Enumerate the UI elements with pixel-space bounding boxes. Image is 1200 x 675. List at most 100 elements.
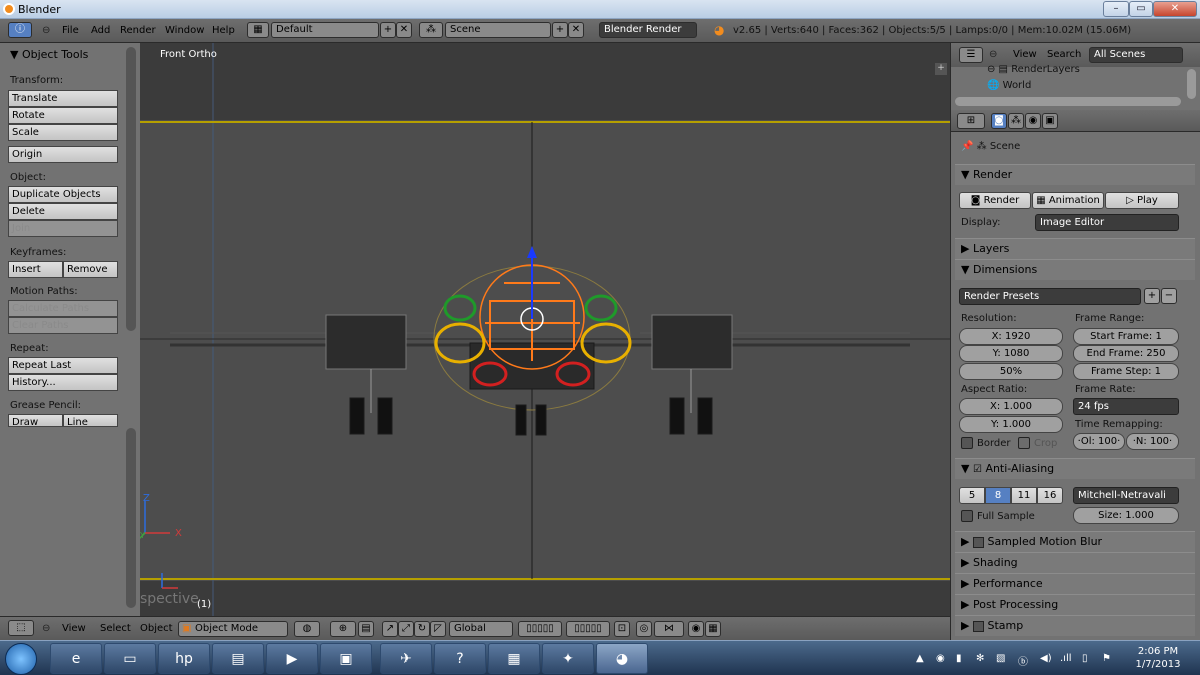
outliner-editor-icon[interactable]: ☰ — [959, 47, 983, 63]
tray-signal-icon[interactable]: .ıll — [1060, 653, 1072, 664]
remove-preset-icon[interactable]: − — [1161, 288, 1177, 304]
crop-checkbox[interactable] — [1018, 437, 1030, 449]
duplicate-objects-button[interactable]: Duplicate Objects — [8, 186, 118, 203]
translate-button[interactable]: Translate — [8, 90, 118, 107]
menu-render[interactable]: Render — [120, 25, 156, 36]
tray-power-icon[interactable]: ▯ — [1082, 653, 1088, 664]
add-screen-icon[interactable]: + — [380, 22, 396, 38]
rotate-button[interactable]: Rotate — [8, 107, 118, 124]
outliner-item-world[interactable]: 🌐 World — [987, 80, 1031, 91]
tray-volume-icon[interactable]: ◀) — [1040, 653, 1052, 664]
game-app-icon[interactable]: ✈ — [380, 643, 432, 674]
shading-panel-header[interactable]: ▶ Shading — [955, 552, 1195, 573]
menu-help[interactable]: Help — [212, 25, 235, 36]
network-app-icon[interactable]: ▭ — [104, 643, 156, 674]
frame-step-field[interactable]: Frame Step: 1 — [1073, 363, 1179, 380]
calculate-paths-button[interactable]: Calculate Paths — [8, 300, 118, 317]
aspect-x-field[interactable]: X: 1.000 — [959, 398, 1063, 415]
render-context-icon[interactable]: ◙ — [991, 113, 1007, 129]
rotate-manipulator-icon[interactable]: ↻ — [414, 621, 430, 637]
scale-button[interactable]: Scale — [8, 124, 118, 141]
menu-add[interactable]: Add — [91, 25, 110, 36]
render-panel-header[interactable]: ▼ Render — [955, 164, 1195, 185]
display-select[interactable]: Image Editor — [1035, 214, 1179, 231]
outliner-scenes-select[interactable]: All Scenes — [1089, 47, 1183, 63]
scene-context-icon[interactable]: ⁂ — [1008, 113, 1024, 129]
resolution-y-field[interactable]: Y: 1080 — [959, 345, 1063, 362]
internet-explorer-icon[interactable]: e — [50, 643, 102, 674]
clear-paths-button[interactable]: Clear Paths — [8, 317, 118, 334]
minimize-button[interactable]: – — [1103, 1, 1129, 17]
time-remap-new-field[interactable]: ·N: 100· — [1126, 433, 1179, 450]
post-processing-panel-header[interactable]: ▶ Post Processing — [955, 594, 1195, 615]
sampled-motion-blur-panel-header[interactable]: ▶ Sampled Motion Blur — [955, 531, 1195, 552]
tray-flag-icon[interactable]: ⚑ — [1102, 653, 1111, 664]
tray-wireless-icon[interactable]: ▧ — [996, 653, 1005, 664]
repeat-last-button[interactable]: Repeat Last — [8, 357, 118, 374]
resolution-percentage-field[interactable]: 50% — [959, 363, 1063, 380]
tray-bluetooth-icon[interactable]: ✻ — [976, 653, 984, 664]
tray-beats-icon[interactable]: ⓑ — [1018, 653, 1028, 668]
render-presets-select[interactable]: Render Presets — [959, 288, 1141, 305]
tray-expand-icon[interactable]: ▲ — [916, 653, 924, 664]
tool-shelf-scrollbar-lower[interactable] — [126, 428, 136, 608]
start-frame-field[interactable]: Start Frame: 1 — [1073, 328, 1179, 345]
scale-manipulator-icon[interactable]: ◸ — [430, 621, 446, 637]
aa-filter-select[interactable]: Mitchell-Netravali — [1073, 487, 1179, 504]
taskbar-clock[interactable]: 2:06 PM 1/7/2013 — [1123, 645, 1193, 671]
render-engine-select[interactable]: Blender Render — [599, 22, 697, 38]
join-button[interactable]: Join — [8, 220, 118, 237]
origin-button[interactable]: Origin — [8, 146, 118, 163]
time-remap-old-field[interactable]: ·Ol: 100· — [1073, 433, 1125, 450]
blender-taskbar-icon[interactable]: ◕ — [596, 643, 648, 674]
render-opengl-icon[interactable]: ◉ — [688, 621, 704, 637]
pivot-point-icon[interactable]: ⊕ — [330, 621, 356, 637]
tray-battery-icon[interactable]: ▮ — [956, 653, 962, 664]
menu-window[interactable]: Window — [165, 25, 204, 36]
scene-field[interactable]: Scene — [445, 22, 551, 38]
scene-drawing[interactable] — [140, 43, 950, 616]
media-player-icon[interactable]: ▶ — [266, 643, 318, 674]
editor-type-icon[interactable]: ⬚ — [8, 620, 34, 636]
menu-select[interactable]: Select — [100, 623, 131, 634]
anti-aliasing-checkbox[interactable]: ☑ — [973, 464, 982, 475]
3d-viewport[interactable]: Front Ortho Z X Y spective (1) + — [140, 43, 950, 616]
performance-panel-header[interactable]: ▶ Performance — [955, 573, 1195, 594]
outliner-menu-view[interactable]: View — [1013, 49, 1037, 60]
screen-layout-field[interactable]: Default — [271, 22, 379, 38]
animation-button[interactable]: ▦ Animation — [1032, 192, 1104, 209]
object-context-icon[interactable]: ▣ — [1042, 113, 1058, 129]
maximize-button[interactable]: ▭ — [1129, 1, 1153, 17]
add-scene-icon[interactable]: + — [552, 22, 568, 38]
end-frame-field[interactable]: End Frame: 250 — [1073, 345, 1179, 362]
play-button[interactable]: ▷ Play — [1105, 192, 1179, 209]
orientation-select[interactable]: Global — [449, 621, 513, 637]
layers-grid-right-icon[interactable]: ▯▯▯▯▯ — [566, 621, 610, 637]
proportional-edit-icon[interactable]: ◎ — [636, 621, 652, 637]
world-context-icon[interactable]: ◉ — [1025, 113, 1041, 129]
translate-manipulator-icon[interactable]: ↗ — [382, 621, 398, 637]
outliner-menu-search[interactable]: Search — [1047, 49, 1081, 60]
render-animation-icon[interactable]: ▦ — [705, 621, 721, 637]
view-properties-toggle-icon[interactable]: + — [935, 63, 947, 75]
screen-capture-icon[interactable]: ▣ — [320, 643, 372, 674]
outliner-vscrollbar[interactable] — [1187, 69, 1196, 99]
add-preset-icon[interactable]: + — [1144, 288, 1160, 304]
aa-samples-16[interactable]: 16 — [1037, 487, 1063, 504]
object-tools-title[interactable]: ▼ Object Tools — [10, 48, 88, 61]
viewport-shading-icon[interactable]: ◍ — [294, 621, 320, 637]
tool-shelf-scrollbar[interactable] — [126, 47, 136, 331]
help-app-icon[interactable]: ? — [434, 643, 486, 674]
move-icon[interactable]: ⤢ — [398, 621, 414, 637]
hp-app-icon[interactable]: hp — [158, 643, 210, 674]
mode-select[interactable]: Object Mode — [178, 621, 288, 637]
flight-app-icon[interactable]: ✦ — [542, 643, 594, 674]
start-button[interactable] — [5, 643, 37, 675]
menu-view[interactable]: View — [62, 623, 86, 634]
tray-app-icon[interactable]: ◉ — [936, 653, 945, 664]
line-button[interactable]: Line — [63, 414, 118, 428]
scene-icon[interactable]: ⁂ — [419, 22, 443, 38]
outliner-item-renderlayers[interactable]: ⊖ ▤ RenderLayers — [987, 64, 1080, 75]
insert-keyframe-button[interactable]: Insert — [8, 261, 63, 278]
scene-breadcrumb[interactable]: 📌 ⁂ Scene — [961, 141, 1020, 152]
